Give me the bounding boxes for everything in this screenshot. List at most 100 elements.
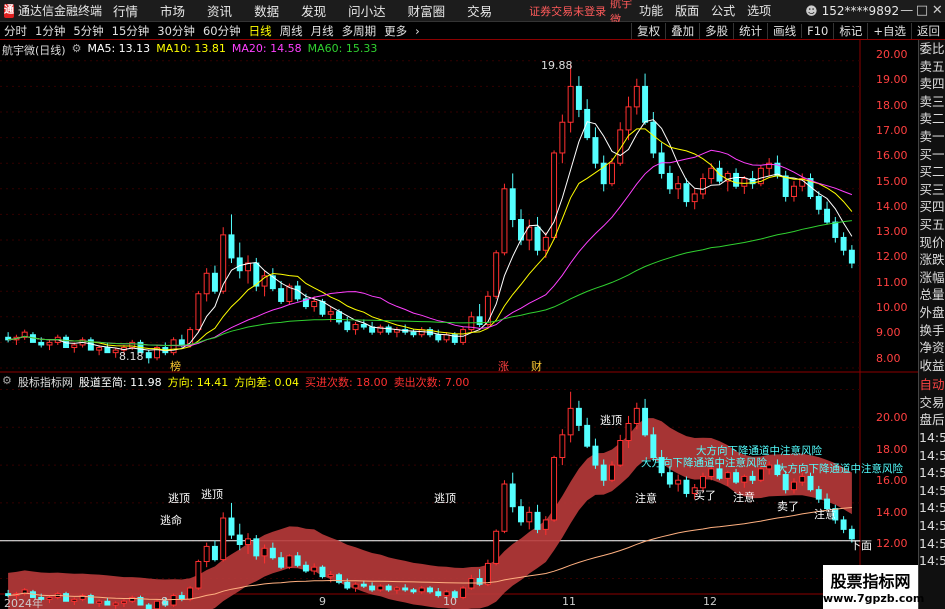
side-tab[interactable]: 交易 — [919, 394, 945, 412]
indicator-candle-body — [145, 604, 152, 609]
trade-login-status[interactable]: 证券交易未登录 — [529, 3, 606, 19]
side-tab[interactable]: 现价 — [919, 234, 945, 252]
side-tab[interactable]: 委比 — [919, 40, 945, 58]
period-5min[interactable]: 5分钟 — [69, 23, 107, 39]
chevron-right-icon[interactable]: › — [411, 24, 424, 38]
side-tab[interactable]: 14:56 — [919, 464, 945, 482]
signal-label: 逃顶 — [201, 488, 223, 501]
side-tab[interactable]: 总量 — [919, 286, 945, 304]
date-label: 8 — [161, 595, 168, 608]
low-price-label: 8.18 — [119, 350, 144, 363]
side-tab[interactable]: 14:56 — [919, 447, 945, 465]
side-tab[interactable]: 14:56 — [919, 429, 945, 447]
tool-multi-stock[interactable]: 多股 — [699, 23, 733, 39]
side-tab[interactable]: 自动 — [919, 376, 945, 394]
side-tab[interactable]: 盘后 — [919, 411, 945, 429]
indicator-value-3: 方向差: 0.04 — [234, 376, 299, 389]
side-tab[interactable]: 卖三 — [919, 93, 945, 111]
side-tab[interactable]: 卖五 — [919, 58, 945, 76]
side-tab[interactable]: 买五 — [919, 216, 945, 234]
event-marker[interactable]: 榜 — [170, 358, 181, 374]
side-tab[interactable]: 卖一 — [919, 128, 945, 146]
period-more[interactable]: 更多 — [380, 23, 411, 39]
menu-trade[interactable]: 交易 — [456, 1, 503, 20]
side-tab[interactable]: 卖二 — [919, 110, 945, 128]
menu-market[interactable]: 市场 — [149, 1, 196, 20]
side-tab[interactable]: 14:56 — [919, 517, 945, 535]
indicator-candle-body — [410, 589, 417, 593]
settings-gear-icon[interactable]: ⚙ — [2, 374, 12, 390]
indicator-candle-body — [311, 566, 318, 572]
side-tab[interactable]: 14:56 — [919, 535, 945, 553]
user-account[interactable]: 152****9892 — [822, 4, 899, 18]
side-tab[interactable]: 买三 — [919, 181, 945, 199]
candle-body — [575, 85, 582, 110]
candle-body — [319, 300, 326, 315]
indicator-candle-body — [195, 561, 202, 589]
side-tab[interactable]: 卖四 — [919, 75, 945, 93]
app-logo-icon: 通 — [4, 3, 14, 18]
price-chart[interactable] — [0, 40, 918, 609]
candle-body — [112, 349, 119, 354]
side-tab[interactable]: 买一 — [919, 146, 945, 164]
person-icon[interactable]: ☻ — [805, 4, 818, 18]
period-multi[interactable]: 多周期 — [338, 23, 381, 39]
period-15min[interactable]: 15分钟 — [108, 23, 154, 39]
trade-detail-tabs: 自动交易盘后14:5614:5614:5614:5614:5614:5614:5… — [919, 376, 945, 570]
menu-data[interactable]: 数据 — [243, 1, 290, 20]
tool-mark[interactable]: 标记 — [833, 23, 867, 39]
side-tab[interactable]: 买四 — [919, 198, 945, 216]
side-tab[interactable]: 换手 — [919, 322, 945, 340]
side-tab[interactable]: 收益 — [919, 357, 945, 375]
period-30min[interactable]: 30分钟 — [153, 23, 199, 39]
side-tab[interactable]: 买二 — [919, 163, 945, 181]
side-tab[interactable]: 涨跌 — [919, 251, 945, 269]
tool-adjust[interactable]: 复权 — [631, 23, 665, 39]
side-tab[interactable]: 14:56 — [919, 499, 945, 517]
menu-layout[interactable]: 版面 — [669, 2, 705, 19]
tool-statistics[interactable]: 统计 — [733, 23, 767, 39]
menu-options[interactable]: 选项 — [741, 2, 777, 19]
period-1min[interactable]: 1分钟 — [31, 23, 69, 39]
menu-quotes[interactable]: 行情 — [102, 1, 149, 20]
indicator-value-2: 方向: 14.41 — [167, 376, 229, 389]
menu-news[interactable]: 资讯 — [196, 1, 243, 20]
period-60min[interactable]: 60分钟 — [199, 23, 245, 39]
period-weekly[interactable]: 周线 — [276, 23, 307, 39]
menu-formula[interactable]: 公式 — [705, 2, 741, 19]
indicator-candle-body — [518, 506, 524, 523]
event-marker[interactable]: 涨 — [498, 358, 509, 374]
indicator-candle-body — [807, 475, 814, 491]
period-monthly[interactable]: 月线 — [307, 23, 338, 39]
period-daily[interactable]: 日线 — [245, 23, 276, 39]
side-tab[interactable]: 14:56 — [919, 552, 945, 570]
menu-function[interactable]: 功能 — [633, 2, 669, 19]
menu-discover[interactable]: 发现 — [290, 1, 337, 20]
tool-back[interactable]: 返回 — [911, 23, 945, 39]
event-marker[interactable]: 财 — [531, 358, 542, 374]
tool-draw-line[interactable]: 画线 — [767, 23, 801, 39]
indicator-name[interactable]: 股标指标网 — [18, 374, 73, 390]
side-tab[interactable]: 涨幅 — [919, 269, 945, 287]
signal-label: 注意 — [814, 508, 836, 521]
period-intraday[interactable]: 分时 — [0, 23, 31, 39]
minimize-icon[interactable]: — — [899, 3, 914, 18]
candle-body — [327, 311, 334, 315]
menu-ask[interactable]: 问小达 — [337, 1, 397, 20]
close-icon[interactable]: ✕ — [930, 3, 945, 18]
maximize-icon[interactable]: □ — [914, 3, 929, 18]
candle-body — [369, 326, 376, 333]
candle-body — [145, 352, 152, 359]
side-tab[interactable]: 净资 — [919, 339, 945, 357]
indicator-candle-body — [708, 468, 715, 477]
side-tab[interactable]: 外盘 — [919, 304, 945, 322]
side-tab[interactable]: 14:56 — [919, 482, 945, 500]
menu-wealth[interactable]: 财富圈 — [397, 1, 457, 20]
candle-body — [625, 106, 632, 131]
settings-gear-icon[interactable]: ⚙ — [72, 42, 82, 58]
indicator-candle-body — [336, 574, 342, 583]
tool-f10[interactable]: F10 — [801, 24, 833, 38]
tool-add-watchlist[interactable]: +自选 — [867, 23, 911, 39]
candle-body — [675, 183, 682, 190]
tool-overlay[interactable]: 叠加 — [665, 23, 699, 39]
